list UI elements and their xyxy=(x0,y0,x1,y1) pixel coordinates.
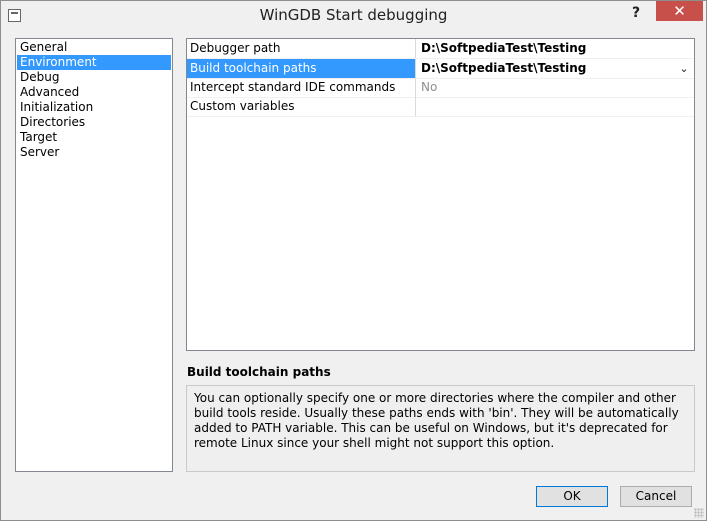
nav-item-initialization[interactable]: Initialization xyxy=(17,100,171,115)
nav-item-general[interactable]: General xyxy=(17,40,171,55)
nav-item-target[interactable]: Target xyxy=(17,130,171,145)
property-value[interactable]: No xyxy=(417,78,694,97)
property-row-custom-variables[interactable]: Custom variables xyxy=(187,97,694,117)
title-bar: WinGDB Start debugging ? ✕ xyxy=(1,1,706,30)
property-row-build-toolchain-paths[interactable]: Build toolchain paths D:\SoftpediaTest\T… xyxy=(187,59,694,79)
property-name: Custom variables xyxy=(187,97,416,116)
dialog-window: WinGDB Start debugging ? ✕ General Envir… xyxy=(0,0,707,521)
description-text: You can optionally specify one or more d… xyxy=(186,385,695,472)
chevron-down-icon[interactable]: ⌄ xyxy=(678,59,690,78)
close-button[interactable]: ✕ xyxy=(656,1,703,21)
nav-item-server[interactable]: Server xyxy=(17,145,171,160)
property-name: Intercept standard IDE commands xyxy=(187,78,416,97)
help-button[interactable]: ? xyxy=(619,1,653,25)
cancel-button[interactable]: Cancel xyxy=(620,486,692,507)
property-value: D:\SoftpediaTest\Testing xyxy=(421,61,587,75)
property-value[interactable]: D:\SoftpediaTest\Testing xyxy=(417,39,694,58)
property-row-debugger-path[interactable]: Debugger path D:\SoftpediaTest\Testing xyxy=(187,39,694,59)
category-list: General Environment Debug Advanced Initi… xyxy=(15,38,173,472)
property-row-intercept-ide-commands[interactable]: Intercept standard IDE commands No xyxy=(187,78,694,98)
property-name: Build toolchain paths xyxy=(187,59,416,78)
resize-grip-icon[interactable] xyxy=(694,508,704,518)
nav-item-directories[interactable]: Directories xyxy=(17,115,171,130)
nav-item-debug[interactable]: Debug xyxy=(17,70,171,85)
property-grid: Debugger path D:\SoftpediaTest\Testing B… xyxy=(186,38,695,351)
window-title: WinGDB Start debugging xyxy=(259,6,448,24)
property-value-dropdown[interactable]: D:\SoftpediaTest\Testing ⌄ xyxy=(417,59,694,78)
nav-item-advanced[interactable]: Advanced xyxy=(17,85,171,100)
nav-item-environment[interactable]: Environment xyxy=(17,55,171,70)
property-value[interactable] xyxy=(417,97,694,116)
description-title: Build toolchain paths xyxy=(187,365,331,379)
property-name: Debugger path xyxy=(187,39,416,58)
ok-button[interactable]: OK xyxy=(536,486,608,507)
